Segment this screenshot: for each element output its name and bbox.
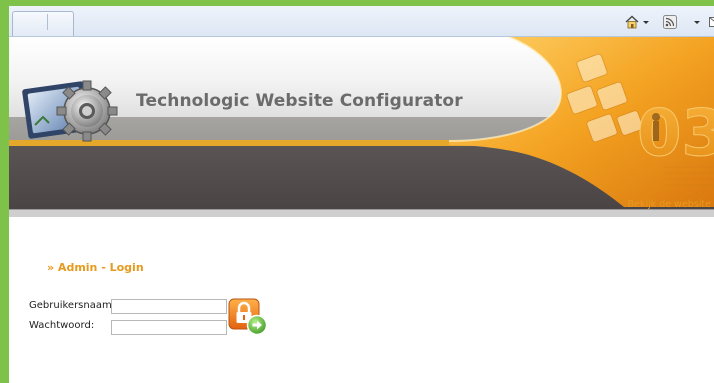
header-decoration-art: 03 xyxy=(449,37,714,207)
gear-screen-logo xyxy=(22,80,118,142)
home-dropdown-icon[interactable] xyxy=(642,15,650,29)
browser-tab[interactable] xyxy=(12,11,74,36)
username-label: Gebruikersnaam: xyxy=(29,300,116,311)
decoration-number: 03 xyxy=(637,97,714,171)
password-label: Wachtwoord: xyxy=(29,320,95,331)
mail-icon[interactable] xyxy=(709,15,714,29)
tab-separator xyxy=(47,14,48,30)
password-field[interactable] xyxy=(111,320,227,335)
page-heading: » Admin - Login xyxy=(47,261,144,274)
username-field[interactable] xyxy=(111,299,227,314)
login-button[interactable] xyxy=(228,298,268,336)
brand-title: Technologic Website Configurator xyxy=(136,91,463,111)
site-header: Technologic Website Configurator 03 Beki… xyxy=(9,37,714,217)
home-icon[interactable] xyxy=(625,15,639,29)
feed-dropdown-icon[interactable] xyxy=(693,15,701,29)
window-frame-left xyxy=(0,0,9,383)
view-website-link[interactable]: Bekijk de website xyxy=(628,199,711,210)
feed-icon[interactable] xyxy=(663,15,677,29)
arrow-right-icon xyxy=(246,314,268,336)
browser-tab-strip xyxy=(9,6,714,37)
